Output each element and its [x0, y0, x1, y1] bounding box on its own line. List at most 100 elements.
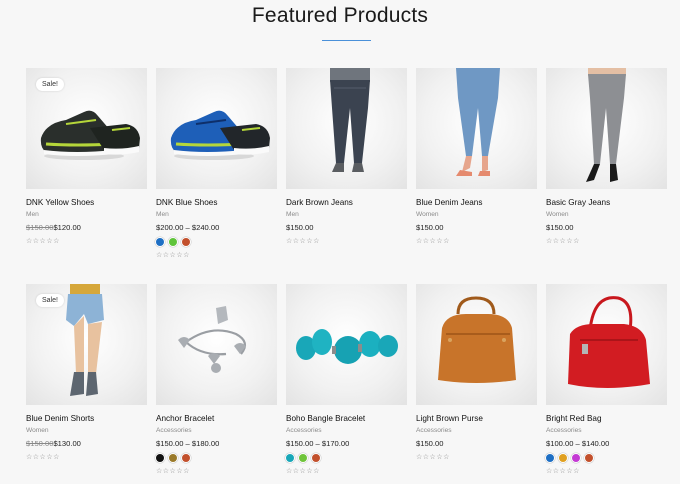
product-name[interactable]: Bright Red Bag [546, 414, 667, 425]
product-price: $150.00 [546, 223, 667, 233]
color-swatch[interactable] [169, 454, 177, 462]
star-rating: ☆☆☆☆☆ [156, 252, 190, 259]
product-category: Accessories [416, 427, 452, 434]
star-rating: ☆☆☆☆☆ [26, 238, 60, 245]
sale-badge: Sale! [36, 78, 64, 91]
color-swatch[interactable] [169, 238, 177, 246]
color-swatch[interactable] [572, 454, 580, 462]
current-price: $150.00 – $180.00 [156, 439, 220, 448]
product-image[interactable] [286, 68, 407, 189]
product-row: Sale! Blue Denim Shorts Women $150.00$130.0… [26, 284, 668, 484]
current-price: $120.00 [53, 223, 81, 232]
color-swatches [156, 238, 277, 247]
product-price: $150.00$130.00 [26, 439, 147, 449]
product-name[interactable]: DNK Blue Shoes [156, 198, 277, 209]
sale-badge: Sale! [36, 294, 64, 307]
product-image[interactable] [546, 68, 667, 189]
product-card[interactable]: Sale! DNK Yellow Shoes Men $150.00$120.00 ☆☆… [26, 68, 147, 268]
dark-jeans-icon [330, 68, 370, 172]
current-price: $100.00 – $140.00 [546, 439, 610, 448]
silver-bracelet-icon [178, 306, 247, 373]
sneaker-blue-icon [170, 110, 270, 160]
current-price: $200.00 – $240.00 [156, 223, 220, 232]
product-name[interactable]: Light Brown Purse [416, 414, 537, 425]
product-grid: Sale! DNK Yellow Shoes Men $150.00$120.00 ☆☆… [26, 68, 668, 484]
original-price: $150.00 [26, 223, 54, 232]
product-image[interactable]: Sale! [26, 68, 147, 189]
product-name[interactable]: Anchor Bracelet [156, 414, 277, 425]
product-price: $150.00$120.00 [26, 223, 147, 233]
color-swatch[interactable] [156, 238, 164, 246]
star-rating: ☆☆☆☆☆ [416, 454, 450, 461]
color-swatches [286, 454, 407, 463]
product-card[interactable]: Blue Denim Jeans Women $150.00 ☆☆☆☆☆ [416, 68, 537, 268]
star-rating: ☆☆☆☆☆ [416, 238, 450, 245]
color-swatch[interactable] [559, 454, 567, 462]
product-name[interactable]: Blue Denim Shorts [26, 414, 147, 425]
section-title: Featured Products [251, 4, 429, 27]
product-card[interactable]: Basic Gray Jeans Women $150.00 ☆☆☆☆☆ [546, 68, 667, 268]
product-category: Women [26, 427, 49, 434]
product-card[interactable]: DNK Blue Shoes Men $200.00 – $240.00 ☆☆☆☆☆ [156, 68, 277, 268]
color-swatch[interactable] [546, 454, 554, 462]
product-image[interactable] [546, 284, 667, 405]
product-price: $150.00 – $170.00 [286, 439, 407, 449]
color-swatches [156, 454, 277, 463]
product-card[interactable]: Boho Bangle Bracelet Accessories $150.00 –… [286, 284, 407, 484]
product-price: $150.00 [416, 439, 537, 449]
product-row: Sale! DNK Yellow Shoes Men $150.00$120.00 ☆☆… [26, 68, 668, 268]
product-image[interactable] [156, 68, 277, 189]
product-card[interactable]: Dark Brown Jeans Men $150.00 ☆☆☆☆☆ [286, 68, 407, 268]
product-category: Accessories [546, 427, 582, 434]
product-image[interactable] [416, 284, 537, 405]
product-category: Men [286, 211, 299, 218]
star-rating: ☆☆☆☆☆ [286, 238, 320, 245]
product-card[interactable]: Bright Red Bag Accessories $100.00 – $140.… [546, 284, 667, 484]
product-card[interactable]: Anchor Bracelet Accessories $150.00 – $180… [156, 284, 277, 484]
color-swatch[interactable] [182, 454, 190, 462]
current-price: $150.00 – $170.00 [286, 439, 350, 448]
star-rating: ☆☆☆☆☆ [546, 238, 580, 245]
brown-purse-icon [438, 296, 516, 383]
product-category: Men [26, 211, 39, 218]
color-swatch[interactable] [312, 454, 320, 462]
product-price: $100.00 – $140.00 [546, 439, 667, 449]
color-swatch[interactable] [286, 454, 294, 462]
product-name[interactable]: DNK Yellow Shoes [26, 198, 147, 209]
current-price: $150.00 [416, 223, 444, 232]
product-category: Women [416, 211, 439, 218]
turquoise-bracelet-icon [296, 329, 398, 364]
color-swatch[interactable] [585, 454, 593, 462]
color-swatch[interactable] [182, 238, 190, 246]
product-image[interactable]: Sale! [26, 284, 147, 405]
color-swatch[interactable] [156, 454, 164, 462]
color-swatches [546, 454, 667, 463]
product-price: $200.00 – $240.00 [156, 223, 277, 233]
product-card[interactable]: Light Brown Purse Accessories $150.00 ☆☆☆☆☆ [416, 284, 537, 484]
current-price: $150.00 [286, 223, 314, 232]
product-image[interactable] [156, 284, 277, 405]
color-swatch[interactable] [299, 454, 307, 462]
current-price: $150.00 [546, 223, 574, 232]
product-name[interactable]: Dark Brown Jeans [286, 198, 407, 209]
product-name[interactable]: Basic Gray Jeans [546, 198, 667, 209]
product-image[interactable] [416, 68, 537, 189]
product-category: Accessories [156, 427, 192, 434]
star-rating: ☆☆☆☆☆ [156, 468, 190, 475]
star-rating: ☆☆☆☆☆ [286, 468, 320, 475]
product-price: $150.00 – $180.00 [156, 439, 277, 449]
product-card[interactable]: Sale! Blue Denim Shorts Women $150.00$130.0… [26, 284, 147, 484]
product-price: $150.00 [416, 223, 537, 233]
product-category: Women [546, 211, 569, 218]
title-underline [322, 40, 371, 41]
product-name[interactable]: Blue Denim Jeans [416, 198, 537, 209]
blue-jeans-icon [456, 68, 500, 176]
star-rating: ☆☆☆☆☆ [546, 468, 580, 475]
product-image[interactable] [286, 284, 407, 405]
product-category: Accessories [286, 427, 322, 434]
star-rating: ☆☆☆☆☆ [26, 454, 60, 461]
product-name[interactable]: Boho Bangle Bracelet [286, 414, 407, 425]
gray-jeans-icon [586, 68, 626, 182]
red-bag-icon [568, 296, 650, 388]
original-price: $150.00 [26, 439, 54, 448]
